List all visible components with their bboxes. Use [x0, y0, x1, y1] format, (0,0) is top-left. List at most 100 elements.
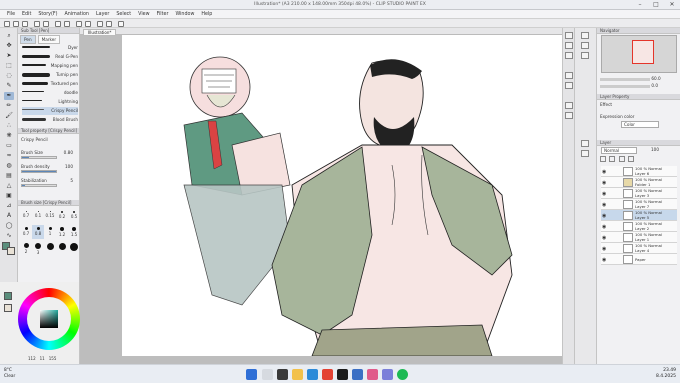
visibility-eye-icon[interactable]: ◉	[602, 246, 606, 252]
edge-icon[interactable]	[307, 369, 318, 380]
fit-icon[interactable]	[565, 52, 573, 59]
open-file-icon[interactable]	[13, 21, 19, 27]
maximize-button[interactable]: □	[648, 0, 664, 10]
close-button[interactable]: ✕	[664, 0, 680, 10]
new-folder-icon[interactable]	[609, 156, 616, 162]
pencil-icon[interactable]: ✏	[4, 102, 14, 110]
reference-icon[interactable]	[565, 82, 573, 89]
search-layer-tab-icon[interactable]	[581, 150, 589, 157]
visibility-eye-icon[interactable]: ◉	[602, 224, 606, 230]
tab-marker[interactable]: Marker	[37, 35, 61, 44]
invert-selection-icon[interactable]	[85, 21, 91, 27]
layer-opacity[interactable]: 100	[641, 147, 659, 152]
navigator-tab-icon[interactable]	[581, 32, 589, 39]
menu-help[interactable]: Help	[201, 12, 212, 17]
figure-icon[interactable]: △	[4, 182, 14, 190]
layer-row[interactable]: ◉ 100 % Normal Layer 2	[601, 221, 677, 232]
brush-item[interactable]: Lightning	[22, 98, 78, 106]
menu-animation[interactable]: Animation	[65, 12, 89, 17]
brightness-value[interactable]: 155	[49, 356, 57, 361]
spotify-icon[interactable]	[397, 369, 408, 380]
brush-item[interactable]: Dyer	[22, 44, 78, 52]
size-option[interactable]: 1	[44, 225, 56, 239]
brush-density-row[interactable]: Brush density 100	[21, 164, 77, 176]
brush-density-slider[interactable]	[21, 170, 57, 173]
canvas-paper[interactable]	[122, 35, 562, 356]
zoom-icon[interactable]: ⌕	[4, 32, 14, 40]
color-wheel[interactable]	[18, 288, 80, 350]
size-option[interactable]: 3	[32, 241, 44, 255]
brush-icon[interactable]: 🖌	[4, 112, 14, 120]
size-option[interactable]	[68, 241, 80, 255]
brush-size-row[interactable]: Brush Size 0.80	[21, 150, 77, 162]
view-rotate-icon[interactable]	[565, 32, 573, 39]
visibility-eye-icon[interactable]: ◉	[602, 180, 606, 186]
history-icon[interactable]	[565, 112, 573, 119]
correct-line-icon[interactable]: ∿	[4, 232, 14, 240]
ruler-tool-icon[interactable]: ⊿	[4, 202, 14, 210]
layer-tab-icon[interactable]	[581, 140, 589, 147]
menu-story[interactable]: Story(F)	[38, 12, 57, 17]
pen-icon[interactable]: ✒	[4, 92, 14, 100]
minimize-button[interactable]: –	[632, 0, 648, 10]
lasso-icon[interactable]: ◌	[4, 72, 14, 80]
layer-row[interactable]: ◉ 100 % Normal Layer 3	[601, 188, 677, 199]
layer-row[interactable]: ◉ 100 % Normal Layer 6	[601, 166, 677, 177]
info-tab-icon[interactable]	[581, 52, 589, 59]
size-option[interactable]: 0.5	[68, 209, 80, 223]
size-option-selected[interactable]: 0.8	[32, 225, 44, 239]
selection-icon[interactable]: ⬚	[4, 62, 14, 70]
task-view-icon[interactable]	[277, 369, 288, 380]
flip-icon[interactable]	[565, 42, 573, 49]
size-option[interactable]: 0.1	[32, 209, 44, 223]
document-tab[interactable]: Illustration*	[83, 29, 117, 36]
menu-window[interactable]: Window	[175, 12, 194, 17]
stabilization-slider[interactable]	[21, 184, 57, 187]
brush-item[interactable]: Real G-Pen	[22, 53, 78, 61]
stabilization-row[interactable]: Stabilization 5	[21, 178, 77, 190]
sub-view-tab-icon[interactable]	[581, 42, 589, 49]
transform-icon[interactable]	[64, 21, 70, 27]
visibility-eye-icon[interactable]: ◉	[602, 169, 606, 175]
size-option[interactable]	[56, 241, 68, 255]
menu-filter[interactable]: Filter	[157, 12, 169, 17]
sub-color-chip[interactable]	[4, 304, 12, 312]
size-option[interactable]: 0.7	[20, 225, 32, 239]
blend-icon[interactable]: ≈	[4, 152, 14, 160]
layer-row[interactable]: ◉ 100 % Normal Layer 7	[601, 199, 677, 210]
airbrush-icon[interactable]: ∴	[4, 122, 14, 130]
visibility-eye-icon[interactable]: ◉	[602, 191, 606, 197]
size-option[interactable]: 1.5	[68, 225, 80, 239]
menu-edit[interactable]: Edit	[22, 12, 31, 17]
start-icon[interactable]	[246, 369, 257, 380]
delete-layer-icon[interactable]	[628, 156, 635, 162]
saturation-value-square[interactable]	[40, 310, 58, 328]
new-layer-icon[interactable]	[600, 156, 606, 162]
merge-icon[interactable]	[618, 156, 625, 162]
frame-icon[interactable]: ▣	[4, 192, 14, 200]
system-clock[interactable]: 23.49 8.4.2025	[656, 368, 676, 380]
brush-item[interactable]: Textured pen	[22, 80, 78, 88]
layer-row[interactable]: ◉ 100 % Normal Folder 1	[601, 177, 677, 188]
clip-studio-icon[interactable]	[337, 369, 348, 380]
size-option[interactable]	[44, 241, 56, 255]
layer-row-selected[interactable]: ◉ 100 % Normal Layer 5	[601, 210, 677, 221]
sub-color-swatch[interactable]	[7, 247, 15, 255]
chrome-icon[interactable]	[322, 369, 333, 380]
brush-item[interactable]: Blood Brush	[22, 116, 78, 124]
eyedropper-icon[interactable]: ✎	[4, 82, 14, 90]
navigator-view-frame[interactable]	[632, 40, 654, 64]
app-icon[interactable]	[382, 369, 393, 380]
main-color-chip[interactable]	[4, 292, 12, 300]
brush-size-slider[interactable]	[21, 156, 57, 159]
file-explorer-icon[interactable]	[292, 369, 303, 380]
hue-value[interactable]: 112	[28, 356, 36, 361]
text-icon[interactable]: A	[4, 212, 14, 220]
save-icon[interactable]	[22, 21, 28, 27]
balloon-icon[interactable]: ◯	[4, 222, 14, 230]
ruler-icon[interactable]	[106, 21, 112, 27]
gradient-icon[interactable]: ▤	[4, 172, 14, 180]
operation-icon[interactable]: ➤	[4, 52, 14, 60]
fill-icon[interactable]: ◍	[4, 162, 14, 170]
layer-settings-icon[interactable]	[565, 72, 573, 79]
